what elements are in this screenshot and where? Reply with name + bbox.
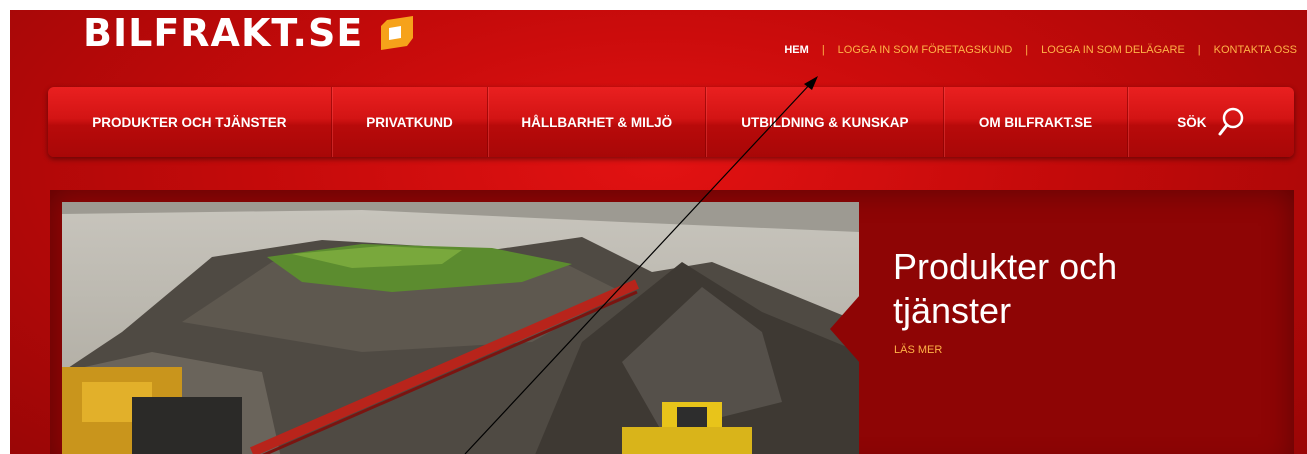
hero-photo[interactable] [62,202,859,454]
hero-banner: Produkter och tjänster LÄS MER [50,190,1294,454]
top-nav-home-link[interactable]: HEM [784,44,808,56]
nav-item-label: PRODUKTER OCH TJÄNSTER [92,114,287,130]
nav-item-label: OM BILFRAKT.SE [978,114,1093,130]
top-nav-login-partner-link[interactable]: LOGGA IN SOM DELÄGARE [1041,44,1185,56]
nav-item-sustainability[interactable]: HÅLLBARHET & MILJÖ [488,87,707,157]
nav-item-search[interactable]: SÖK [1128,87,1294,157]
hero-pointer-arrow [830,295,860,363]
top-nav-login-company-link[interactable]: LOGGA IN SOM FÖRETAGSKUND [838,44,1013,56]
nav-item-private[interactable]: PRIVATKUND [332,87,489,157]
nav-item-label: HÅLLBARHET & MILJÖ [521,114,673,130]
nav-item-products[interactable]: PRODUKTER OCH TJÄNSTER [48,87,332,157]
gravel-pile-image [62,202,859,454]
logo-text: BILFRAKT.SE [83,11,364,55]
nav-item-education[interactable]: UTBILDNING & KUNSKAP [706,87,945,157]
site-logo[interactable]: BILFRAKT.SE [83,10,417,58]
nav-item-label: SÖK [1177,114,1207,130]
nav-item-label: PRIVATKUND [366,114,453,130]
search-icon [1218,107,1244,136]
top-nav-contact-link[interactable]: KONTAKTA OSS [1214,44,1297,56]
nav-separator: | [821,44,825,56]
nav-item-about[interactable]: OM BILFRAKT.SE [944,87,1128,157]
logo-mark-icon [381,16,414,50]
page-background: BILFRAKT.SE HEM | LOGGA IN SOM FÖRETAGSK… [10,10,1307,454]
hero-read-more-link[interactable]: LÄS MER [894,344,942,356]
top-navigation: HEM | LOGGA IN SOM FÖRETAGSKUND | LOGGA … [784,44,1297,56]
nav-separator: | [1025,44,1029,56]
nav-separator: | [1197,44,1201,56]
hero-title: Produkter och tjänster [893,246,1118,331]
main-navigation: PRODUKTER OCH TJÄNSTER PRIVATKUND HÅLLBA… [48,87,1294,157]
nav-item-label: UTBILDNING & KUNSKAP [741,114,909,130]
